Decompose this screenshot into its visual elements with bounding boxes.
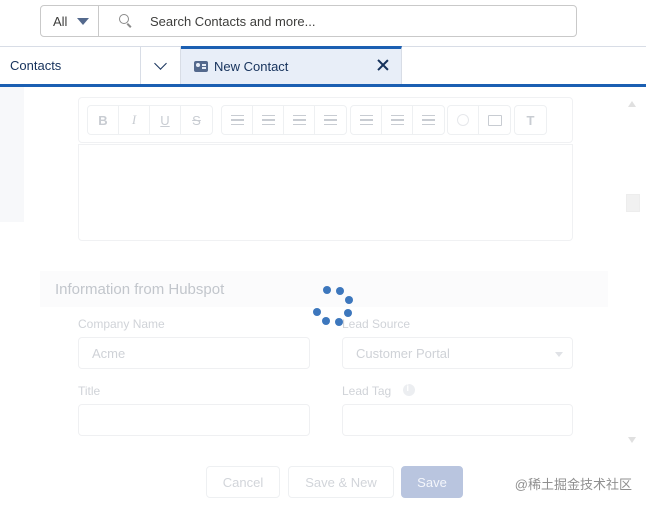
cancel-button[interactable]: Cancel (206, 466, 280, 498)
caret-down-icon (77, 17, 90, 25)
clear-format-icon: T (526, 112, 535, 128)
insert-group (447, 105, 511, 135)
lead-tag-field[interactable] (342, 404, 573, 436)
numbered-list-button[interactable] (253, 106, 284, 134)
numbered-list-icon (261, 115, 275, 125)
company-name-value: Acme (92, 345, 126, 361)
global-header: All (0, 0, 646, 46)
caret-down-icon (555, 352, 563, 357)
app-name: Contacts (0, 47, 141, 84)
search-icon (119, 14, 133, 28)
align-center-icon (390, 115, 404, 125)
bold-button[interactable]: B (88, 106, 119, 134)
spinner-dot (344, 309, 353, 318)
rich-text-toolbar: B I U S T (78, 97, 573, 143)
spinner-dot (313, 307, 322, 316)
tab-bar: Contacts New Contact (0, 46, 646, 87)
link-button[interactable] (448, 106, 479, 134)
tab-label: New Contact (214, 59, 289, 74)
list-group (221, 105, 347, 135)
strikethrough-button[interactable]: S (181, 106, 212, 134)
scroll-down-arrow[interactable] (628, 437, 636, 443)
spinner-dot (334, 317, 343, 326)
rich-text-editor-area[interactable] (78, 144, 573, 241)
watermark: @稀土掘金技术社区 (514, 477, 632, 492)
close-tab-icon[interactable] (377, 59, 389, 71)
chevron-down-icon (154, 57, 167, 70)
global-search: All (40, 5, 577, 37)
align-group (350, 105, 445, 135)
align-center-button[interactable] (382, 106, 413, 134)
company-name-label: Company Name (78, 317, 165, 331)
spinner-dot (336, 286, 345, 295)
title-field[interactable] (78, 404, 310, 436)
outdent-icon (324, 115, 337, 125)
image-button[interactable] (479, 106, 510, 134)
indent-icon (292, 115, 306, 125)
scrollbar-thumb[interactable] (626, 194, 640, 212)
text-style-group: B I U S (87, 105, 213, 135)
link-icon (457, 114, 469, 126)
tab-new-contact[interactable]: New Contact (181, 46, 402, 84)
company-name-field[interactable]: Acme (78, 337, 310, 369)
info-icon[interactable] (402, 383, 415, 396)
clear-format-button[interactable]: T (515, 106, 546, 134)
align-right-icon (422, 115, 435, 125)
spinner-dot (321, 317, 330, 326)
bulleted-list-button[interactable] (222, 106, 253, 134)
navigation-menu-button[interactable] (141, 47, 181, 84)
scroll-up-arrow[interactable] (628, 101, 636, 107)
search-scope-dropdown[interactable]: All (41, 6, 99, 36)
spinner-dot (323, 286, 332, 295)
spinner-dot (344, 296, 353, 305)
align-left-button[interactable] (351, 106, 382, 134)
underline-button[interactable]: U (150, 106, 181, 134)
italic-button[interactable]: I (119, 106, 150, 134)
side-panel-edge (0, 87, 24, 222)
align-right-button[interactable] (413, 106, 444, 134)
title-label: Title (78, 384, 101, 398)
save-button[interactable]: Save (401, 466, 463, 498)
search-input[interactable] (150, 13, 550, 29)
align-left-icon (359, 115, 373, 125)
search-scope-label: All (53, 13, 68, 29)
bulleted-list-icon (230, 115, 244, 125)
indent-button[interactable] (284, 106, 315, 134)
format-group: T (514, 105, 547, 135)
lead-source-select[interactable]: Customer Portal (342, 337, 573, 369)
lead-tag-label: Lead Tag (342, 384, 392, 398)
loading-spinner (310, 283, 356, 329)
lead-tag-label-row: Lead Tag (342, 383, 415, 398)
save-and-new-button[interactable]: Save & New (288, 466, 394, 498)
image-icon (487, 114, 502, 126)
contact-card-icon (194, 61, 208, 72)
lead-source-value: Customer Portal (356, 345, 450, 361)
outdent-button[interactable] (315, 106, 346, 134)
